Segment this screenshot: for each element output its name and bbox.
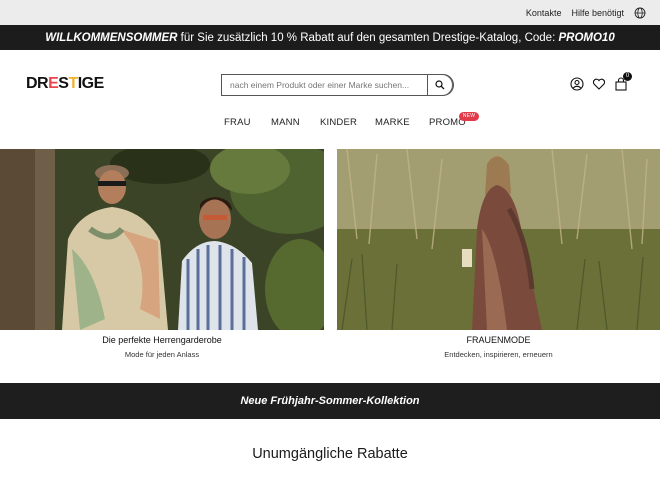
hero-title-men[interactable]: Die perfekte Herrengarderobe: [0, 335, 324, 345]
drestige-logo[interactable]: DRESTIGE: [26, 75, 104, 93]
site-header: DRESTIGE 0 FRAU MANN KINDER MARKE PROMO …: [0, 50, 660, 149]
section-title: Unumgängliche Rabatte: [252, 446, 408, 462]
hero-image-men[interactable]: [0, 149, 324, 330]
main-nav: FRAU MANN KINDER MARKE PROMO NEW: [0, 112, 660, 133]
utility-bar: Kontakte Hilfe benötigt: [0, 0, 660, 25]
hero-subtitle-men: Mode für jeden Anlass: [124, 350, 200, 359]
search-input[interactable]: [222, 75, 429, 95]
header-icons: 0: [570, 72, 632, 91]
cart-count-badge: 0: [623, 72, 632, 81]
heart-icon[interactable]: [592, 77, 606, 91]
nav-item-frau[interactable]: FRAU: [224, 117, 251, 128]
promo-code: PROMO10: [558, 31, 615, 44]
nav-item-promo[interactable]: PROMO NEW: [429, 112, 479, 128]
promo-campaign: WILLKOMMENSOMMER: [45, 31, 178, 44]
hero-title-women[interactable]: FRAUENMODE: [337, 335, 660, 345]
promo-bar: WILLKOMMENSOMMER für Sie zusätzlich 10 %…: [0, 25, 660, 50]
nav-item-mann[interactable]: MANN: [271, 117, 300, 128]
search-button[interactable]: [427, 74, 453, 96]
cart-icon[interactable]: 0: [614, 72, 632, 91]
promo-new-badge: NEW: [459, 112, 479, 121]
collection-banner[interactable]: Neue Frühjahr-Sommer-Kollektion: [0, 383, 660, 419]
hero-caption-men: Die perfekte Herrengarderobe Mode für je…: [0, 335, 324, 359]
search-bar: [221, 74, 454, 96]
user-icon[interactable]: [570, 77, 584, 91]
hero-image-women[interactable]: [337, 149, 660, 330]
hero-caption-women: FRAUENMODE Entdecken, inspirieren, erneu…: [337, 335, 660, 359]
nav-item-kinder[interactable]: KINDER: [320, 117, 357, 128]
collection-banner-label: Neue Frühjahr-Sommer-Kollektion: [240, 395, 420, 407]
utility-links: Kontakte Hilfe benötigt: [526, 0, 646, 25]
hero-subtitle-women: Entdecken, inspirieren, erneuern: [444, 350, 553, 359]
contact-link[interactable]: Kontakte: [526, 8, 562, 18]
nav-item-marke[interactable]: MARKE: [375, 117, 410, 128]
promo-text: für Sie zusätzlich 10 % Rabatt auf den g…: [177, 31, 559, 44]
globe-icon[interactable]: [634, 7, 646, 19]
search-icon: [435, 80, 445, 90]
help-link[interactable]: Hilfe benötigt: [571, 8, 624, 18]
